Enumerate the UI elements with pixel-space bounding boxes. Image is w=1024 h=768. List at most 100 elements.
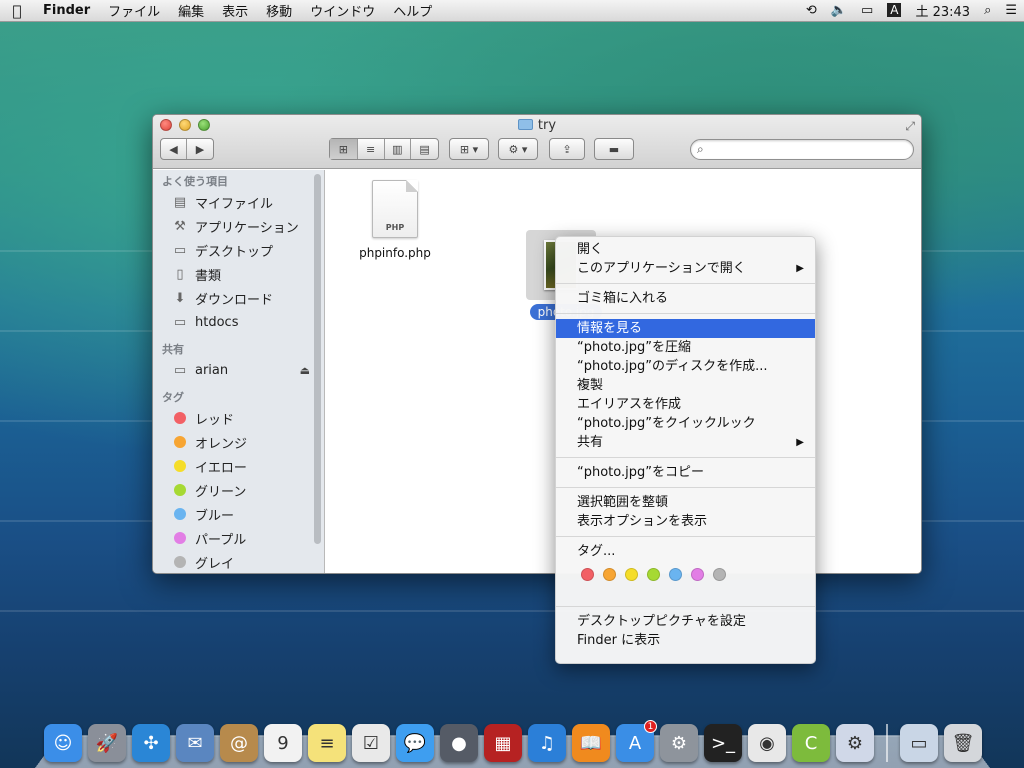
menu-file[interactable]: ファイル xyxy=(99,1,169,20)
tag-button[interactable]: ▬ xyxy=(594,138,634,160)
tag-green-dot xyxy=(174,484,186,496)
context-menu: 開く このアプリケーションで開く ▶ ゴミ箱に入れる 情報を見る “photo.j… xyxy=(555,236,816,664)
photobooth-icon[interactable]: ▦ xyxy=(484,724,522,762)
title-bar[interactable]: try ⤢ ◀ ▶ ⊞ ≡ ▥ ▤ ⊞ ▾ ⚙ ▾ ⇪ ▬ ⌕ xyxy=(153,115,921,169)
chrome-icon[interactable]: ◉ xyxy=(748,724,786,762)
tag-orange-dot[interactable] xyxy=(603,567,616,581)
list-view-button[interactable]: ≡ xyxy=(358,139,385,159)
menu-separator xyxy=(556,457,815,458)
coverflow-view-button[interactable]: ▤ xyxy=(411,139,438,159)
reminders-icon[interactable]: ☑ xyxy=(352,724,390,762)
battery-icon[interactable]: ▭ xyxy=(854,3,880,18)
calendar-icon[interactable]: 9 xyxy=(264,724,302,762)
apple-menu-icon[interactable]:  xyxy=(0,2,34,20)
menu-quick-look[interactable]: “photo.jpg”をクイックルック xyxy=(556,414,815,433)
input-source-icon[interactable]: A xyxy=(880,3,908,18)
sidebar-item-all-files[interactable]: ▤ マイファイル xyxy=(153,190,324,214)
volume-icon[interactable]: 🔈 xyxy=(824,3,854,18)
menu-window[interactable]: ウインドウ xyxy=(301,1,384,20)
menu-copy[interactable]: “photo.jpg”をコピー xyxy=(556,463,815,482)
sidebar-scrollbar[interactable] xyxy=(314,174,321,544)
folder-icon: ▭ xyxy=(173,314,187,330)
desktop-folder-icon[interactable]: ▭ xyxy=(900,724,938,762)
menu-make-alias[interactable]: エイリアスを作成 xyxy=(556,395,815,414)
system-preferences-icon[interactable]: ⚙ xyxy=(660,724,698,762)
menu-get-info[interactable]: 情報を見る xyxy=(556,319,815,338)
tag-gray-dot[interactable] xyxy=(713,567,726,581)
menu-separator xyxy=(556,313,815,314)
action-button[interactable]: ⚙ ▾ xyxy=(498,138,538,160)
menu-edit[interactable]: 編集 xyxy=(169,1,213,20)
back-button[interactable]: ◀ xyxy=(161,139,188,159)
menu-open-with[interactable]: このアプリケーションで開く ▶ xyxy=(556,259,815,278)
file-phpinfo[interactable]: PHP phpinfo.php xyxy=(350,180,440,260)
sidebar-tag-gray[interactable]: グレイ xyxy=(153,550,324,573)
forward-button[interactable]: ▶ xyxy=(187,139,213,159)
sidebar-item-applications[interactable]: ⚒ アプリケーション xyxy=(153,214,324,238)
sidebar-tag-yellow[interactable]: イエロー xyxy=(153,454,324,478)
trash-icon[interactable]: 🗑 xyxy=(944,724,982,762)
sidebar-item-downloads[interactable]: ⬇ ダウンロード xyxy=(153,286,324,310)
facetime-icon[interactable]: ● xyxy=(440,724,478,762)
tag-blue-dot[interactable] xyxy=(669,567,682,581)
time-machine-icon[interactable]: ⟲ xyxy=(799,3,824,18)
tag-green-dot[interactable] xyxy=(647,567,660,581)
tag-purple-dot[interactable] xyxy=(691,567,704,581)
menu-set-desktop-picture[interactable]: デスクトップピクチャを設定 xyxy=(556,612,815,631)
notes-icon[interactable]: ≡ xyxy=(308,724,346,762)
messages-icon[interactable]: 💬 xyxy=(396,724,434,762)
sidebar-tag-green[interactable]: グリーン xyxy=(153,478,324,502)
terminal-icon[interactable]: >_ xyxy=(704,724,742,762)
sidebar-tag-orange[interactable]: オレンジ xyxy=(153,430,324,454)
clock[interactable]: 土 23:43 xyxy=(908,1,977,20)
sidebar-item-htdocs[interactable]: ▭ htdocs xyxy=(153,310,324,334)
menu-app-finder[interactable]: Finder xyxy=(34,3,99,18)
contacts-icon[interactable]: @ xyxy=(220,724,258,762)
finder-icon[interactable]: ☺ xyxy=(44,724,82,762)
fullscreen-icon[interactable]: ⤢ xyxy=(905,119,915,134)
tag-red-dot[interactable] xyxy=(581,567,594,581)
mail-icon[interactable]: ✉ xyxy=(176,724,214,762)
itunes-icon[interactable]: ♫ xyxy=(528,724,566,762)
menu-burn-disc[interactable]: “photo.jpg”のディスクを作成... xyxy=(556,357,815,376)
menu-show-in-finder[interactable]: Finder に表示 xyxy=(556,631,815,650)
search-field[interactable]: ⌕ xyxy=(690,139,914,160)
menu-share[interactable]: 共有 ▶ xyxy=(556,433,815,452)
submenu-arrow-icon: ▶ xyxy=(796,263,804,274)
notification-center-icon[interactable]: ☰ xyxy=(998,3,1024,18)
launchpad-icon[interactable]: 🚀 xyxy=(88,724,126,762)
column-view-button[interactable]: ▥ xyxy=(385,139,412,159)
menu-move-to-trash[interactable]: ゴミ箱に入れる xyxy=(556,289,815,308)
menu-clean-up[interactable]: 選択範囲を整頓 xyxy=(556,493,815,512)
computer-icon: ▭ xyxy=(173,362,187,378)
ibooks-icon[interactable]: 📖 xyxy=(572,724,610,762)
utility-icon[interactable]: ⚙ xyxy=(836,724,874,762)
arrange-button[interactable]: ⊞ ▾ xyxy=(449,138,489,160)
menu-go[interactable]: 移動 xyxy=(257,1,301,20)
menu-help[interactable]: ヘルプ xyxy=(384,1,441,20)
tag-yellow-dot[interactable] xyxy=(625,567,638,581)
appstore-icon[interactable]: A1 xyxy=(616,720,657,762)
coda-icon[interactable]: C xyxy=(792,724,830,762)
menu-view-options[interactable]: 表示オプションを表示 xyxy=(556,512,815,531)
tag-purple-dot xyxy=(174,532,186,544)
menu-separator xyxy=(556,487,815,488)
share-button[interactable]: ⇪ xyxy=(549,138,585,160)
menu-tags[interactable]: タグ... xyxy=(556,542,815,561)
sidebar-item-documents[interactable]: ▯ 書類 xyxy=(153,262,324,286)
menu-compress[interactable]: “photo.jpg”を圧縮 xyxy=(556,338,815,357)
sidebar-tag-red[interactable]: レッド xyxy=(153,406,324,430)
sidebar-tag-purple[interactable]: パープル xyxy=(153,526,324,550)
spotlight-icon[interactable]: ⌕ xyxy=(977,3,998,18)
menu-bar:  Finder ファイル 編集 表示 移動 ウインドウ ヘルプ ⟲ 🔈 ▭ A… xyxy=(0,0,1024,22)
sidebar-item-desktop[interactable]: ▭ デスクトップ xyxy=(153,238,324,262)
icon-view-button[interactable]: ⊞ xyxy=(330,139,358,159)
eject-icon[interactable]: ⏏ xyxy=(300,364,310,377)
sidebar-header-favorites: よく使う項目 xyxy=(162,175,228,188)
sidebar-tag-blue[interactable]: ブルー xyxy=(153,502,324,526)
menu-open[interactable]: 開く xyxy=(556,240,815,259)
safari-icon[interactable]: ✣ xyxy=(132,724,170,762)
menu-view[interactable]: 表示 xyxy=(213,1,257,20)
sidebar-item-arian[interactable]: ▭ arian ⏏ xyxy=(153,358,324,382)
menu-duplicate[interactable]: 複製 xyxy=(556,376,815,395)
